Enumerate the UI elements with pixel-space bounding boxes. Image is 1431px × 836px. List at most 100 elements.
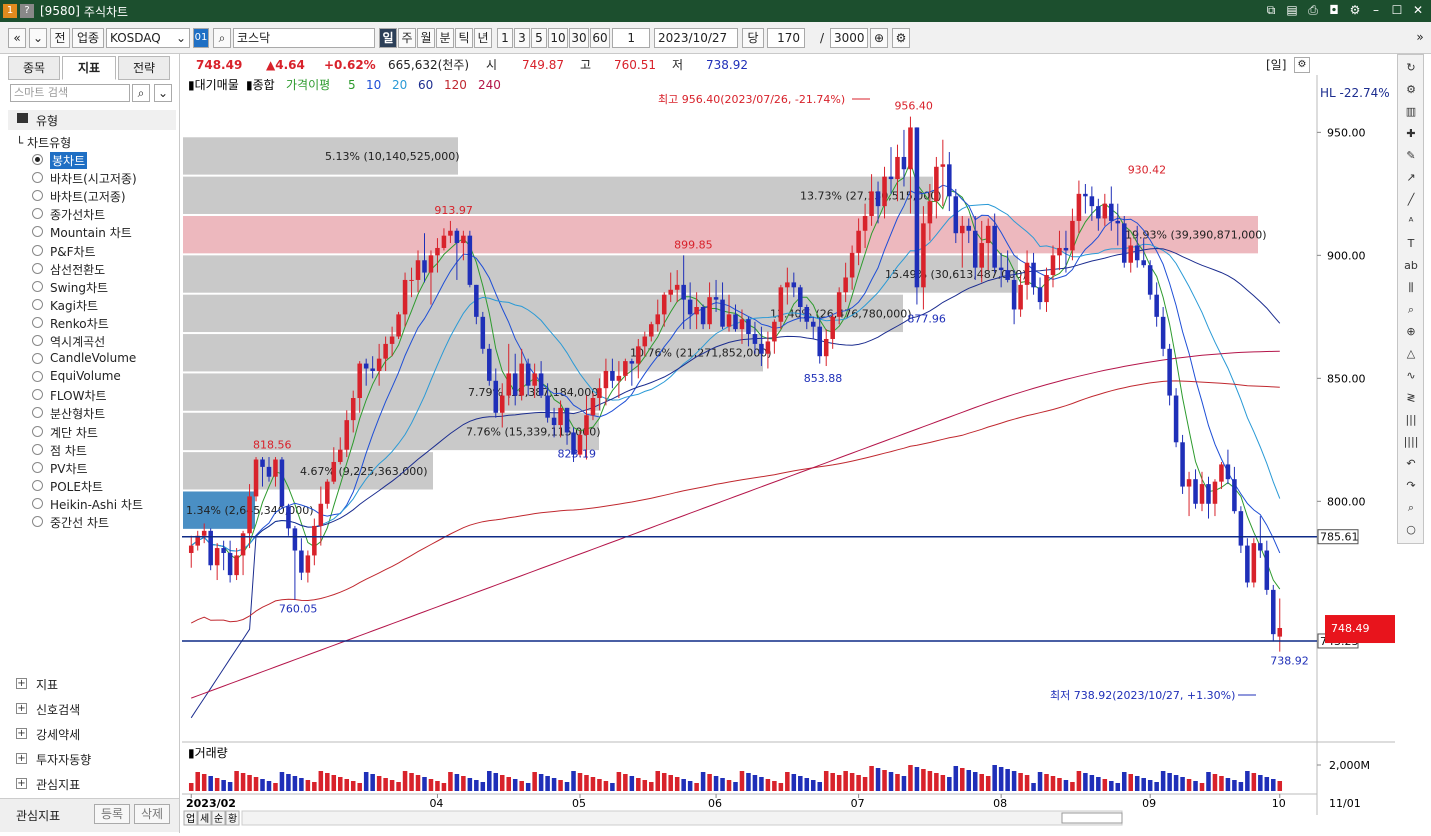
period-3[interactable]: 분 [436,28,454,48]
chart-type-item[interactable]: 종가선차트 [50,206,105,223]
period-1[interactable]: 주 [398,28,416,48]
tab-indicator[interactable]: 지표 [62,56,116,80]
search-icon[interactable]: ⌕ [1401,499,1421,517]
period-4[interactable]: 틱 [455,28,473,48]
type-header[interactable]: 유형 [8,110,176,130]
candle[interactable] [914,127,920,305]
stock-name-field[interactable]: 코스닥 [233,28,375,48]
chart-area[interactable]: ▮대기매물▮종합가격이평5102060120240▮거래량HL -22.74%매… [182,57,1428,833]
chart-type-radio[interactable] [32,461,43,473]
magnify-icon[interactable]: ⊕ [1401,323,1421,341]
minimize-icon[interactable]: – [1369,3,1383,17]
pen-icon[interactable]: ✎ [1401,147,1421,165]
line-icon[interactable]: ╱ [1401,191,1421,209]
chart-type-item[interactable]: 봉차트 [50,152,88,169]
chart-type-item[interactable]: 바차트(시고저종) [50,170,137,187]
gear-icon[interactable]: ⚙ [1348,3,1362,17]
unit-select[interactable]: 1 [612,28,650,48]
candle[interactable] [1180,434,1185,494]
expand-right-icon[interactable]: » [1413,28,1427,48]
interval-10[interactable]: 10 [548,28,568,48]
expand-icon[interactable]: + [16,678,27,689]
chart-type-radio[interactable] [32,298,43,310]
help-badge[interactable]: ? [20,4,34,18]
chart-type-radio[interactable] [32,407,43,419]
refresh-icon[interactable]: ↻ [1401,59,1421,77]
sector-button[interactable]: 업종 [72,28,104,48]
chart-type-radio[interactable] [32,190,43,202]
indicator-group[interactable]: 신호검색 [36,701,80,718]
interval-1[interactable]: 1 [497,28,513,48]
close-icon[interactable]: ✕ [1411,3,1425,17]
chart-type-item[interactable]: Heikin-Ashi 차트 [50,496,143,513]
candle[interactable] [467,230,473,288]
chart-type-item[interactable]: FLOW차트 [50,387,107,404]
chevron-down-icon[interactable]: ⌄ [29,28,47,48]
bars2-icon[interactable]: |||| [1401,433,1421,451]
scrollbar-track[interactable] [241,810,1123,826]
chart-type-radio[interactable] [32,371,43,383]
search-icon[interactable]: ⌕ [132,84,150,102]
expand-icon[interactable]: + [16,728,27,739]
chart-type-item[interactable]: 바차트(고저종) [50,188,126,205]
undo-icon[interactable]: ↶ [1401,455,1421,473]
crosshair-icon[interactable]: ✚ [1401,125,1421,143]
gear-icon[interactable]: ⚙ [1401,81,1421,99]
chart-type-item[interactable]: 분산형차트 [50,405,105,422]
chart-type-radio[interactable] [32,172,43,184]
chart-type-item[interactable]: EquiVolume [50,369,121,383]
candle[interactable] [279,457,285,509]
memo-icon[interactable]: ▤ [1285,3,1299,17]
chart-type-radio[interactable] [32,280,43,292]
chart-type-item[interactable]: POLE차트 [50,478,103,495]
footer-tab[interactable]: 세 [200,813,209,825]
expand-icon[interactable]: + [16,778,27,789]
wave-icon[interactable]: ∿ [1401,367,1421,385]
candle[interactable] [480,311,486,354]
settings-icon[interactable]: ⚙ [892,28,910,48]
chart-type-radio[interactable] [32,389,43,401]
chart-type-radio[interactable] [32,208,43,220]
candle[interactable] [1173,388,1179,448]
chart-type-radio[interactable] [32,226,43,238]
candle[interactable] [487,343,492,386]
print-icon[interactable]: ⎙ [1306,3,1320,17]
zigzag-icon[interactable]: ≷ [1401,389,1421,407]
nav-prev-button[interactable]: « [8,28,26,48]
market-select[interactable]: KOSDAQ ⌄ [106,28,190,48]
text-icon[interactable]: T [1401,235,1421,253]
smart-search-input[interactable]: 스마트 검색 [10,84,130,102]
search-icon[interactable]: ⌕ [213,28,231,48]
link-icon[interactable]: ⧉ [1264,3,1278,17]
chart-type-item[interactable]: P&F차트 [50,243,96,260]
period-5[interactable]: 년 [474,28,492,48]
footer-tab[interactable]: 업 [186,812,195,825]
prev-list-button[interactable]: 전 [50,28,70,48]
zoom-icon[interactable]: ⌕ [1401,301,1421,319]
ab-icon[interactable]: ab [1401,257,1421,275]
chart-type-radio[interactable] [32,353,43,365]
chart-icon[interactable]: ▥ [1401,103,1421,121]
expand-icon[interactable]: + [16,753,27,764]
gear-icon[interactable]: ⚙ [1294,57,1310,73]
zoom-in-icon[interactable]: ⊕ [870,28,888,48]
chart-type-radio[interactable] [32,335,43,346]
candle[interactable] [1121,215,1127,268]
indicator-group[interactable]: 강세약세 [36,726,80,743]
camera-icon[interactable]: ◘ [1327,3,1341,17]
chart-type-radio[interactable] [32,516,43,527]
tab-stock[interactable]: 종목 [8,56,60,80]
period-label[interactable]: [일] [1266,55,1286,75]
chart-type-radio[interactable] [32,425,43,437]
pointer-icon[interactable]: ↗ [1401,169,1421,187]
chart-type-item[interactable]: Kagi차트 [50,297,98,314]
market-badge[interactable]: 01 [193,28,209,48]
interval-5[interactable]: 5 [531,28,547,48]
candle[interactable] [1271,584,1276,642]
triangle-icon[interactable]: △ [1401,345,1421,363]
interval-3[interactable]: 3 [514,28,530,48]
expand-icon[interactable]: + [16,703,27,714]
candle[interactable] [1245,538,1250,588]
period-2[interactable]: 월 [417,28,435,48]
maximize-icon[interactable]: ☐ [1390,3,1404,17]
